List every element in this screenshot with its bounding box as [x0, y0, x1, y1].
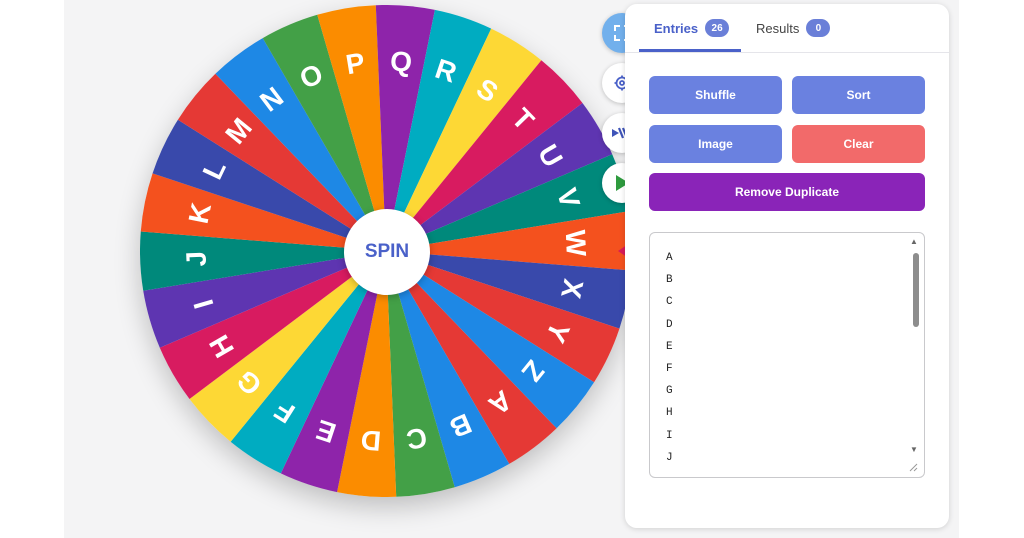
- entries-count-badge: 26: [705, 19, 730, 37]
- tab-results[interactable]: Results 0: [756, 4, 831, 52]
- entries-textarea[interactable]: ABCDEFGHIJ ▲ ▼: [649, 232, 925, 478]
- scrollbar-thumb[interactable]: [913, 253, 919, 327]
- resize-grip-icon[interactable]: [908, 462, 918, 472]
- spin-button[interactable]: SPIN: [344, 209, 430, 295]
- results-count-badge: 0: [806, 19, 831, 37]
- entry-line: A: [666, 252, 673, 264]
- tab-bar: Entries 26 Results 0: [625, 4, 949, 53]
- scroll-down-icon[interactable]: ▼: [910, 445, 918, 454]
- scroll-up-icon[interactable]: ▲: [910, 237, 918, 246]
- entry-line: E: [666, 340, 673, 353]
- wheel-label-w: W: [560, 229, 592, 257]
- entry-line: I: [666, 429, 673, 442]
- sort-button[interactable]: Sort: [792, 76, 925, 114]
- shuffle-button[interactable]: Shuffle: [649, 76, 782, 114]
- remove-duplicate-button[interactable]: Remove Duplicate: [649, 173, 925, 211]
- image-button[interactable]: Image: [649, 125, 782, 163]
- active-tab-indicator: [639, 49, 741, 52]
- entry-line: C: [666, 296, 673, 309]
- entry-line: H: [666, 407, 673, 420]
- entry-line: F: [666, 362, 673, 375]
- tab-results-label: Results: [756, 20, 800, 36]
- entry-line: G: [666, 385, 673, 398]
- wheel-label-q: Q: [389, 45, 413, 78]
- entry-line: B: [666, 274, 673, 287]
- tab-entries-label: Entries: [654, 20, 699, 36]
- clear-button[interactable]: Clear: [792, 125, 925, 163]
- entries-list: ABCDEFGHIJ: [666, 247, 673, 469]
- tab-entries[interactable]: Entries 26: [654, 4, 730, 52]
- entry-line: D: [666, 318, 673, 331]
- entries-panel: Entries 26 Results 0 Shuffle Sort Image …: [625, 4, 949, 528]
- wheel-label-d: D: [360, 424, 383, 457]
- wheel-label-j: J: [180, 250, 212, 267]
- entry-line: J: [666, 451, 673, 464]
